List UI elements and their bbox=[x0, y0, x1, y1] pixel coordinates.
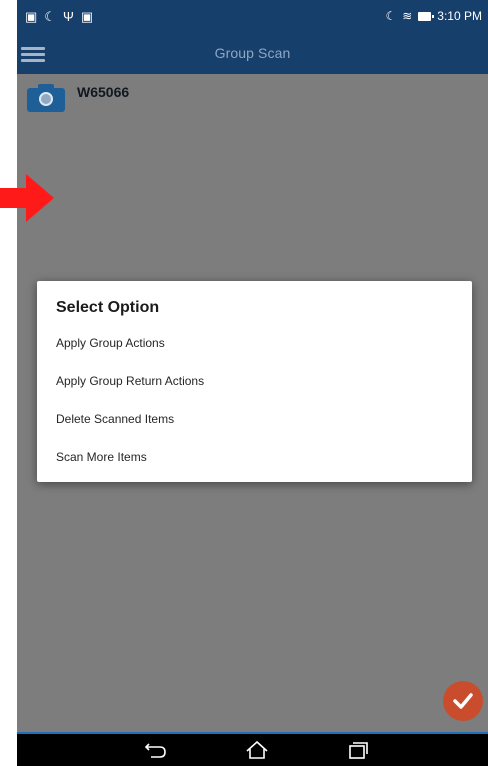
page-title: Group Scan bbox=[214, 45, 291, 61]
select-option-dialog: Select Option Apply Group Actions Apply … bbox=[37, 281, 472, 482]
option-apply-group-actions[interactable]: Apply Group Actions bbox=[56, 330, 451, 356]
back-icon[interactable] bbox=[143, 740, 169, 760]
dialog-title: Select Option bbox=[56, 299, 160, 316]
camera-icon bbox=[27, 82, 65, 112]
scanned-code: W65066 bbox=[77, 84, 130, 100]
image-icon: ▣ bbox=[25, 9, 38, 24]
option-scan-more-items[interactable]: Scan More Items bbox=[56, 444, 451, 470]
usb-icon: Ψ bbox=[62, 9, 74, 24]
bag-icon: ▣ bbox=[80, 9, 94, 24]
moon-icon: ☾ bbox=[385, 9, 397, 23]
moon-icon: ☾ bbox=[44, 9, 56, 24]
navigation-bar bbox=[17, 734, 488, 766]
option-delete-scanned-items[interactable]: Delete Scanned Items bbox=[56, 406, 451, 432]
clock: 3:10 PM bbox=[437, 9, 482, 23]
battery-icon bbox=[418, 11, 435, 21]
app-bar: Group Scan bbox=[17, 34, 488, 74]
wifi-icon: ≋ bbox=[402, 9, 413, 23]
list-item[interactable]: W65066 bbox=[27, 82, 129, 112]
check-icon bbox=[453, 693, 473, 709]
annotation-arrow-icon bbox=[0, 174, 54, 222]
confirm-button[interactable] bbox=[443, 681, 483, 721]
notification-icons: ▣ ☾ Ψ ▣ bbox=[25, 9, 93, 25]
status-bar: ▣ ☾ Ψ ▣ ☾ ≋ 3:10 PM bbox=[17, 0, 488, 34]
recent-apps-icon[interactable] bbox=[345, 740, 371, 760]
option-apply-group-return-actions[interactable]: Apply Group Return Actions bbox=[56, 368, 451, 394]
home-icon[interactable] bbox=[244, 740, 270, 760]
system-icons: ☾ ≋ 3:10 PM bbox=[385, 9, 482, 23]
